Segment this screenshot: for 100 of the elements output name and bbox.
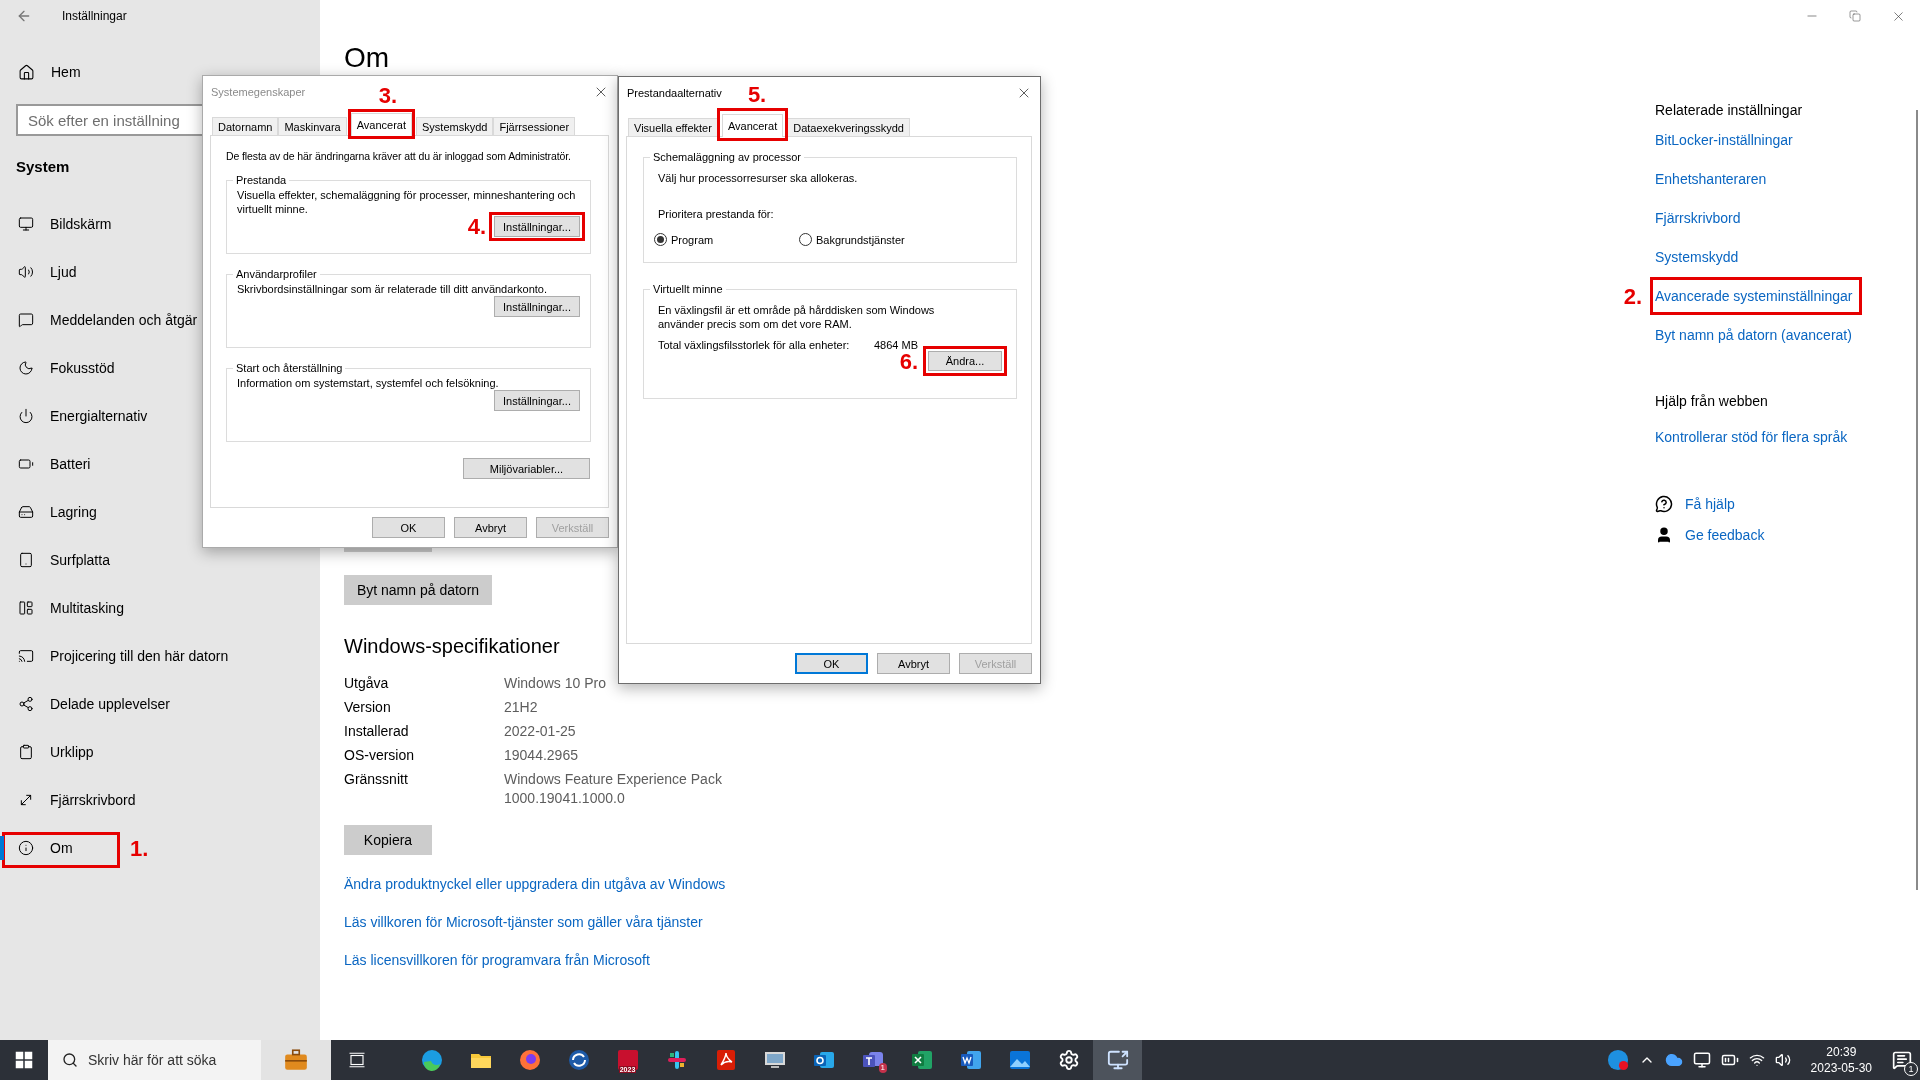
nav-item[interactable]: Delade upplevelser — [0, 680, 180, 728]
back-arrow-icon[interactable] — [16, 8, 32, 24]
dialog-tab[interactable]: Maskinvara — [278, 117, 347, 136]
volume-icon[interactable] — [1774, 1052, 1791, 1068]
dialog-tab[interactable]: Datornamn — [212, 117, 279, 136]
remote-desktop-icon[interactable] — [1106, 1049, 1129, 1071]
display-icon[interactable] — [1692, 1051, 1711, 1069]
nav-label: Urklipp — [50, 744, 94, 760]
dialog-tab[interactable]: Fjärrsessioner — [493, 117, 576, 136]
nav-label: Bildskärm — [50, 216, 112, 232]
nav-item[interactable]: Om — [0, 824, 83, 872]
moon-icon — [18, 360, 34, 376]
link[interactable]: Ändra produktnyckel eller uppgradera din utgåva av Windows — [344, 876, 726, 892]
nav-item[interactable]: Energialternativ — [0, 392, 158, 440]
link[interactable]: Kontrollerar stöd för flera språk — [1655, 428, 1848, 445]
spec-value: Windows Feature Experience Pack 1000.19041.1000.0 — [504, 770, 723, 808]
step-number: 2. — [1623, 285, 1642, 308]
link[interactable]: BitLocker-inställningar — [1655, 131, 1793, 148]
dialog-tab[interactable]: Avancerat — [721, 114, 784, 137]
battery-icon — [18, 456, 34, 472]
spreadsheet-icon[interactable] — [909, 1048, 934, 1072]
rename-button[interactable]: Byt namn på datorn — [344, 575, 492, 605]
environment-button[interactable]: Miljövariabler... — [463, 458, 590, 479]
copy-button[interactable]: Kopiera — [344, 825, 432, 855]
notification-icon[interactable] — [1892, 1050, 1912, 1070]
nav-item[interactable]: Batteri — [0, 440, 101, 488]
browser-icon[interactable] — [517, 1048, 542, 1072]
dialog-tab[interactable]: Visuella effekter — [628, 118, 718, 137]
nav-label: Ljud — [50, 264, 77, 280]
briefcase-icon[interactable] — [283, 1047, 309, 1073]
browser-icon[interactable] — [419, 1048, 444, 1072]
group-description: En växlingsfil är ett område på hårddisken som Windows använder precis som om det vore RAM. — [658, 303, 936, 331]
step-number: 5. — [747, 84, 767, 106]
nav-item[interactable]: Multitasking — [0, 584, 134, 632]
link[interactable]: Läs licensvillkoren för programvara från Microsoft — [344, 952, 650, 968]
start-icon[interactable] — [15, 1051, 33, 1069]
link[interactable]: Läs villkoren för Microsoft-tjänster som gäller våra tjänster — [344, 914, 703, 930]
nav-label: Surfplatta — [50, 552, 110, 568]
settings-button[interactable]: Inställningar... — [494, 390, 580, 411]
group-title: Prestanda — [235, 174, 288, 186]
settings-icon[interactable] — [1057, 1049, 1080, 1071]
group-title: Schemaläggning av processor — [652, 151, 802, 163]
dialog-title: Prestandaalternativ — [627, 87, 722, 99]
cast-icon — [18, 648, 34, 664]
clock[interactable]: 20:39 2023-05-30 — [1810, 1044, 1872, 1076]
dialog-tab[interactable]: Avancerat — [350, 113, 412, 136]
layout-icon — [18, 600, 34, 616]
nav-item[interactable]: Ljud — [0, 248, 87, 296]
dialog-button[interactable]: OK — [795, 653, 868, 674]
dialog-tab[interactable]: Systemskydd — [416, 117, 494, 136]
link[interactable]: Fjärrskrivbord — [1655, 209, 1741, 226]
nav-item[interactable]: Fjärrskrivbord — [0, 776, 146, 824]
nav-label: Lagring — [50, 504, 97, 520]
dialog-title: Systemegenskaper — [211, 86, 306, 98]
document-icon[interactable] — [958, 1048, 983, 1072]
group-description: Visuella effekter, schemaläggning för processer, minneshantering och virtuellt minne. — [237, 188, 577, 216]
spec-label: Utgåva — [344, 674, 390, 693]
link[interactable]: Byt namn på datorn (avancerat) — [1655, 326, 1852, 343]
dialog-button[interactable]: Avbryt — [877, 653, 950, 674]
link[interactable]: Ge feedback — [1685, 526, 1765, 543]
radio-option[interactable]: Bakgrundstjänster — [799, 233, 944, 246]
scrollbar[interactable] — [1916, 110, 1918, 890]
nav-item[interactable]: Projicering till den här datorn — [0, 632, 239, 680]
share-icon — [18, 696, 34, 712]
link[interactable]: Enhetshanteraren — [1655, 170, 1767, 187]
group-description: Information om systemstart, systemfel och felsökning. — [237, 376, 500, 390]
step-number: 6. — [899, 351, 918, 373]
taskbar-search-field[interactable]: Skriv här för att söka — [48, 1040, 261, 1080]
settings-button[interactable]: Inställningar... — [494, 296, 580, 317]
dialog-button[interactable]: OK — [372, 517, 445, 538]
nav-item[interactable]: Surfplatta — [0, 536, 120, 584]
section-heading: System — [16, 156, 70, 177]
settings-button[interactable]: Inställningar... — [494, 216, 580, 237]
home-nav-item[interactable]: Hem — [0, 48, 91, 96]
drive-icon — [18, 504, 34, 520]
dialog-tab[interactable]: Dataexekveringsskydd — [787, 118, 910, 137]
wifi-icon[interactable] — [1748, 1052, 1765, 1068]
total-value: 4864 MB — [874, 339, 919, 351]
nav-item[interactable]: Fokusstöd — [0, 344, 125, 392]
cloud-icon[interactable] — [1664, 1051, 1683, 1069]
help-icon[interactable] — [1606, 1049, 1629, 1071]
task-view-icon[interactable] — [348, 1051, 366, 1069]
nav-item[interactable]: Urklipp — [0, 728, 104, 776]
sync-icon[interactable] — [566, 1048, 591, 1072]
change-button[interactable]: Ändra... — [928, 351, 1002, 371]
link[interactable]: Få hjälp — [1685, 495, 1735, 512]
nav-label: Projicering till den här datorn — [50, 648, 229, 664]
nav-item[interactable]: Lagring — [0, 488, 107, 536]
nav-item[interactable]: Bildskärm — [0, 200, 122, 248]
radio-option[interactable]: Program — [654, 233, 799, 246]
nav-item[interactable]: Meddelanden och åtgär — [0, 296, 208, 344]
group-title: Start och återställning — [235, 362, 344, 374]
step-number: 1. — [130, 838, 149, 860]
link[interactable]: Avancerade systeminställningar — [1655, 287, 1853, 304]
link[interactable]: Systemskydd — [1655, 248, 1739, 265]
image-icon[interactable] — [1007, 1048, 1032, 1072]
spec-label: Version — [344, 698, 392, 717]
radio-label: Bakgrundstjänster — [816, 233, 905, 246]
section-heading: Hjälp från webben — [1655, 392, 1768, 411]
dialog-button[interactable]: Avbryt — [454, 517, 527, 538]
